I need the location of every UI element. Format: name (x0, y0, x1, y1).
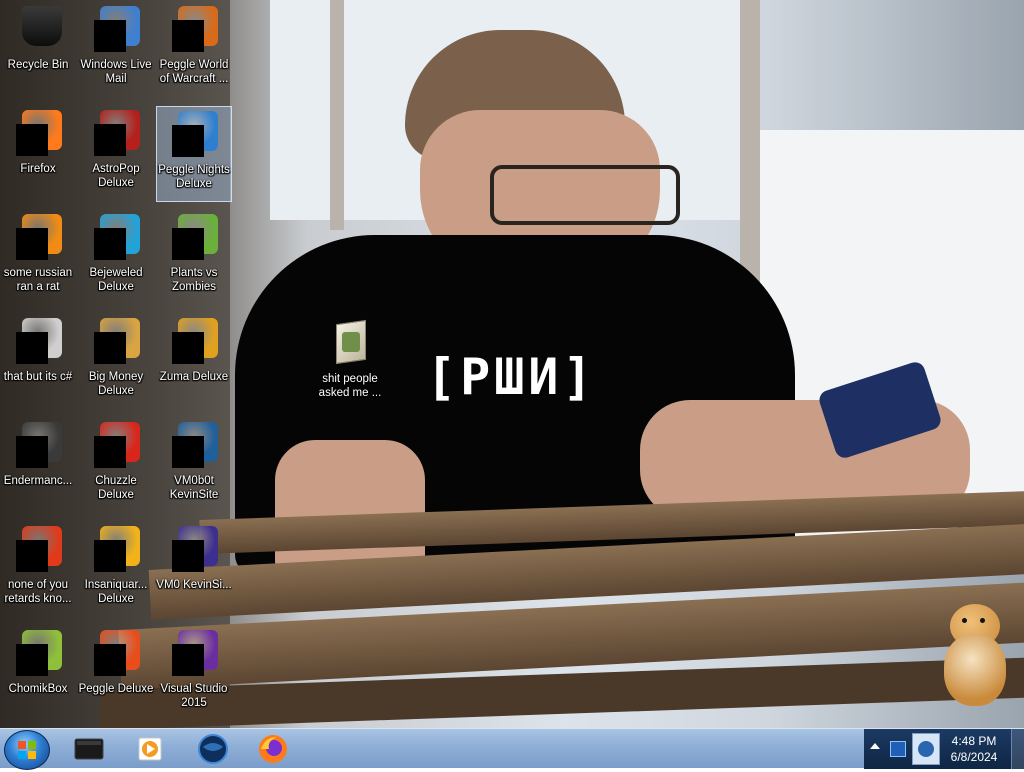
desktop-icon-that-but-its-csharp[interactable]: that but its c# (0, 314, 76, 410)
desktop-icon-label: Big Money Deluxe (88, 371, 144, 397)
desktop-icon-recycle-bin[interactable]: Recycle Bin (0, 2, 76, 98)
tray-app-icon[interactable] (912, 733, 940, 765)
desktop-icon-peggle-deluxe[interactable]: Peggle Deluxe (78, 626, 154, 722)
wallpaper-window-frame (740, 0, 760, 300)
desktop-icon-firefox[interactable]: Firefox (0, 106, 76, 202)
wallpaper-window-frame (330, 0, 344, 230)
window-app-icon (14, 422, 62, 470)
desktop-icon-peggle-world-of-warcraft[interactable]: Peggle World of Warcraft ... (156, 2, 232, 98)
windows-start-icon[interactable] (4, 730, 50, 770)
documents-icon (14, 318, 62, 366)
desktop-icon-vm0b0t-kevinsite[interactable]: VM0b0t KevinSite (156, 418, 232, 514)
desktop-icon-shit-people-asked-me[interactable]: shit people asked me ... (312, 316, 388, 412)
desktop-icon-peggle-nights-deluxe[interactable]: Peggle Nights Deluxe (156, 106, 232, 202)
vm0-icon (170, 526, 218, 574)
desktop-icon-label: Endermanc... (3, 475, 73, 487)
clock[interactable]: 4:48 PM 6/8/2024 (938, 733, 1010, 765)
astropop-icon (92, 110, 140, 158)
plants-vs-zombies-icon (170, 214, 218, 262)
desktop-icon-label: Bejeweled Deluxe (89, 267, 143, 293)
desktop-icon-label: Firefox (20, 163, 56, 175)
desktop-icon-big-money-deluxe[interactable]: Big Money Deluxe (78, 314, 154, 410)
show-desktop-button[interactable] (1011, 729, 1024, 769)
desktop-icon-vm0-kevinsi[interactable]: VM0 KevinSi... (156, 522, 232, 618)
big-money-icon (92, 318, 140, 366)
visual-studio-icon (170, 630, 218, 678)
desktop: [РШИ] Recycle Bin Windows Live Mail Peggle… (0, 0, 1024, 728)
desktop-icon-some-russian-ran-a-rat[interactable]: some russian ran a rat (0, 210, 76, 306)
desktop-icon-none-of-you-retards[interactable]: none of you retards kno... (0, 522, 76, 618)
desktop-icon-label: AstroPop Deluxe (92, 163, 140, 189)
desktop-icon-plants-vs-zombies[interactable]: Plants vs Zombies (156, 210, 232, 306)
shirt-text: [РШИ] (426, 348, 597, 406)
hamster-icon[interactable] (942, 604, 1008, 708)
desktop-icon-label: Peggle Deluxe (78, 683, 154, 695)
desktop-icon-label: Peggle World of Warcraft ... (159, 59, 229, 85)
desktop-icon-label: VM0b0t KevinSite (169, 475, 219, 501)
desktop-icon-label: that but its c# (3, 371, 73, 383)
system-tray: 4:48 PM 6/8/2024 (864, 729, 1024, 769)
taskbar-media-player-icon[interactable] (122, 731, 176, 767)
peggle-wow-icon (170, 6, 218, 54)
desktop-icon-label: Peggle Nights Deluxe (158, 164, 230, 190)
insaniquarium-icon (92, 526, 140, 574)
desktop-icon-label: Recycle Bin (7, 59, 69, 71)
desktop-icon-label: Plants vs Zombies (170, 267, 218, 293)
taskbar-globe-icon[interactable] (186, 731, 240, 767)
desktop-icon-label: ChomikBox (8, 683, 68, 695)
chuzzle-icon (92, 422, 140, 470)
peggle-icon (92, 630, 140, 678)
desktop-icon-label: none of you retards kno... (4, 579, 72, 605)
desktop-icon-label: Chuzzle Deluxe (95, 475, 137, 501)
desktop-icon-label: VM0 KevinSi... (156, 579, 232, 591)
zuma-icon (170, 318, 218, 366)
mail-icon (92, 6, 140, 54)
desktop-icon-endermanch[interactable]: Endermanc... (0, 418, 76, 514)
desktop-icon-chuzzle-deluxe[interactable]: Chuzzle Deluxe (78, 418, 154, 514)
desktop-icon-label: Windows Live Mail (80, 59, 152, 85)
tray-up-arrow-icon[interactable] (870, 743, 880, 749)
desktop-icon-zuma-deluxe[interactable]: Zuma Deluxe (156, 314, 232, 410)
desktop-icon-insaniquarium-deluxe[interactable]: Insaniquar... Deluxe (78, 522, 154, 618)
taskbar: 4:48 PM 6/8/2024 (0, 728, 1024, 770)
clock-date: 6/8/2024 (950, 750, 998, 764)
chomikbox-icon (14, 630, 62, 678)
folder-icon (326, 319, 374, 368)
clock-time: 4:48 PM (951, 734, 997, 748)
network-icon[interactable] (890, 741, 906, 757)
taskbar-black-window-icon[interactable] (62, 731, 116, 767)
desktop-icon-label: some russian ran a rat (3, 267, 73, 293)
desktop-icon-visual-studio-2015[interactable]: Visual Studio 2015 (156, 626, 232, 722)
desktop-icon-chomikbox[interactable]: ChomikBox (0, 626, 76, 722)
desktop-icon-label: Zuma Deluxe (159, 371, 229, 383)
desktop-icon-astropop-deluxe[interactable]: AstroPop Deluxe (78, 106, 154, 202)
peggle-ball-icon (14, 526, 62, 574)
orange-file-icon (14, 214, 62, 262)
desktop-icon-label: Visual Studio 2015 (160, 683, 228, 709)
wallpaper-glasses (490, 165, 680, 225)
vm0b0t-icon (170, 422, 218, 470)
desktop-icon-label: shit people asked me ... (318, 373, 382, 399)
desktop-icon-bejeweled-deluxe[interactable]: Bejeweled Deluxe (78, 210, 154, 306)
taskbar-firefox-icon[interactable] (246, 731, 300, 767)
peggle-nights-icon (170, 111, 218, 159)
recycle-bin-icon (14, 6, 62, 54)
bejeweled-icon (92, 214, 140, 262)
desktop-icon-label: Insaniquar... Deluxe (84, 579, 148, 605)
firefox-icon (14, 110, 62, 158)
desktop-icon-windows-live-mail[interactable]: Windows Live Mail (78, 2, 154, 98)
